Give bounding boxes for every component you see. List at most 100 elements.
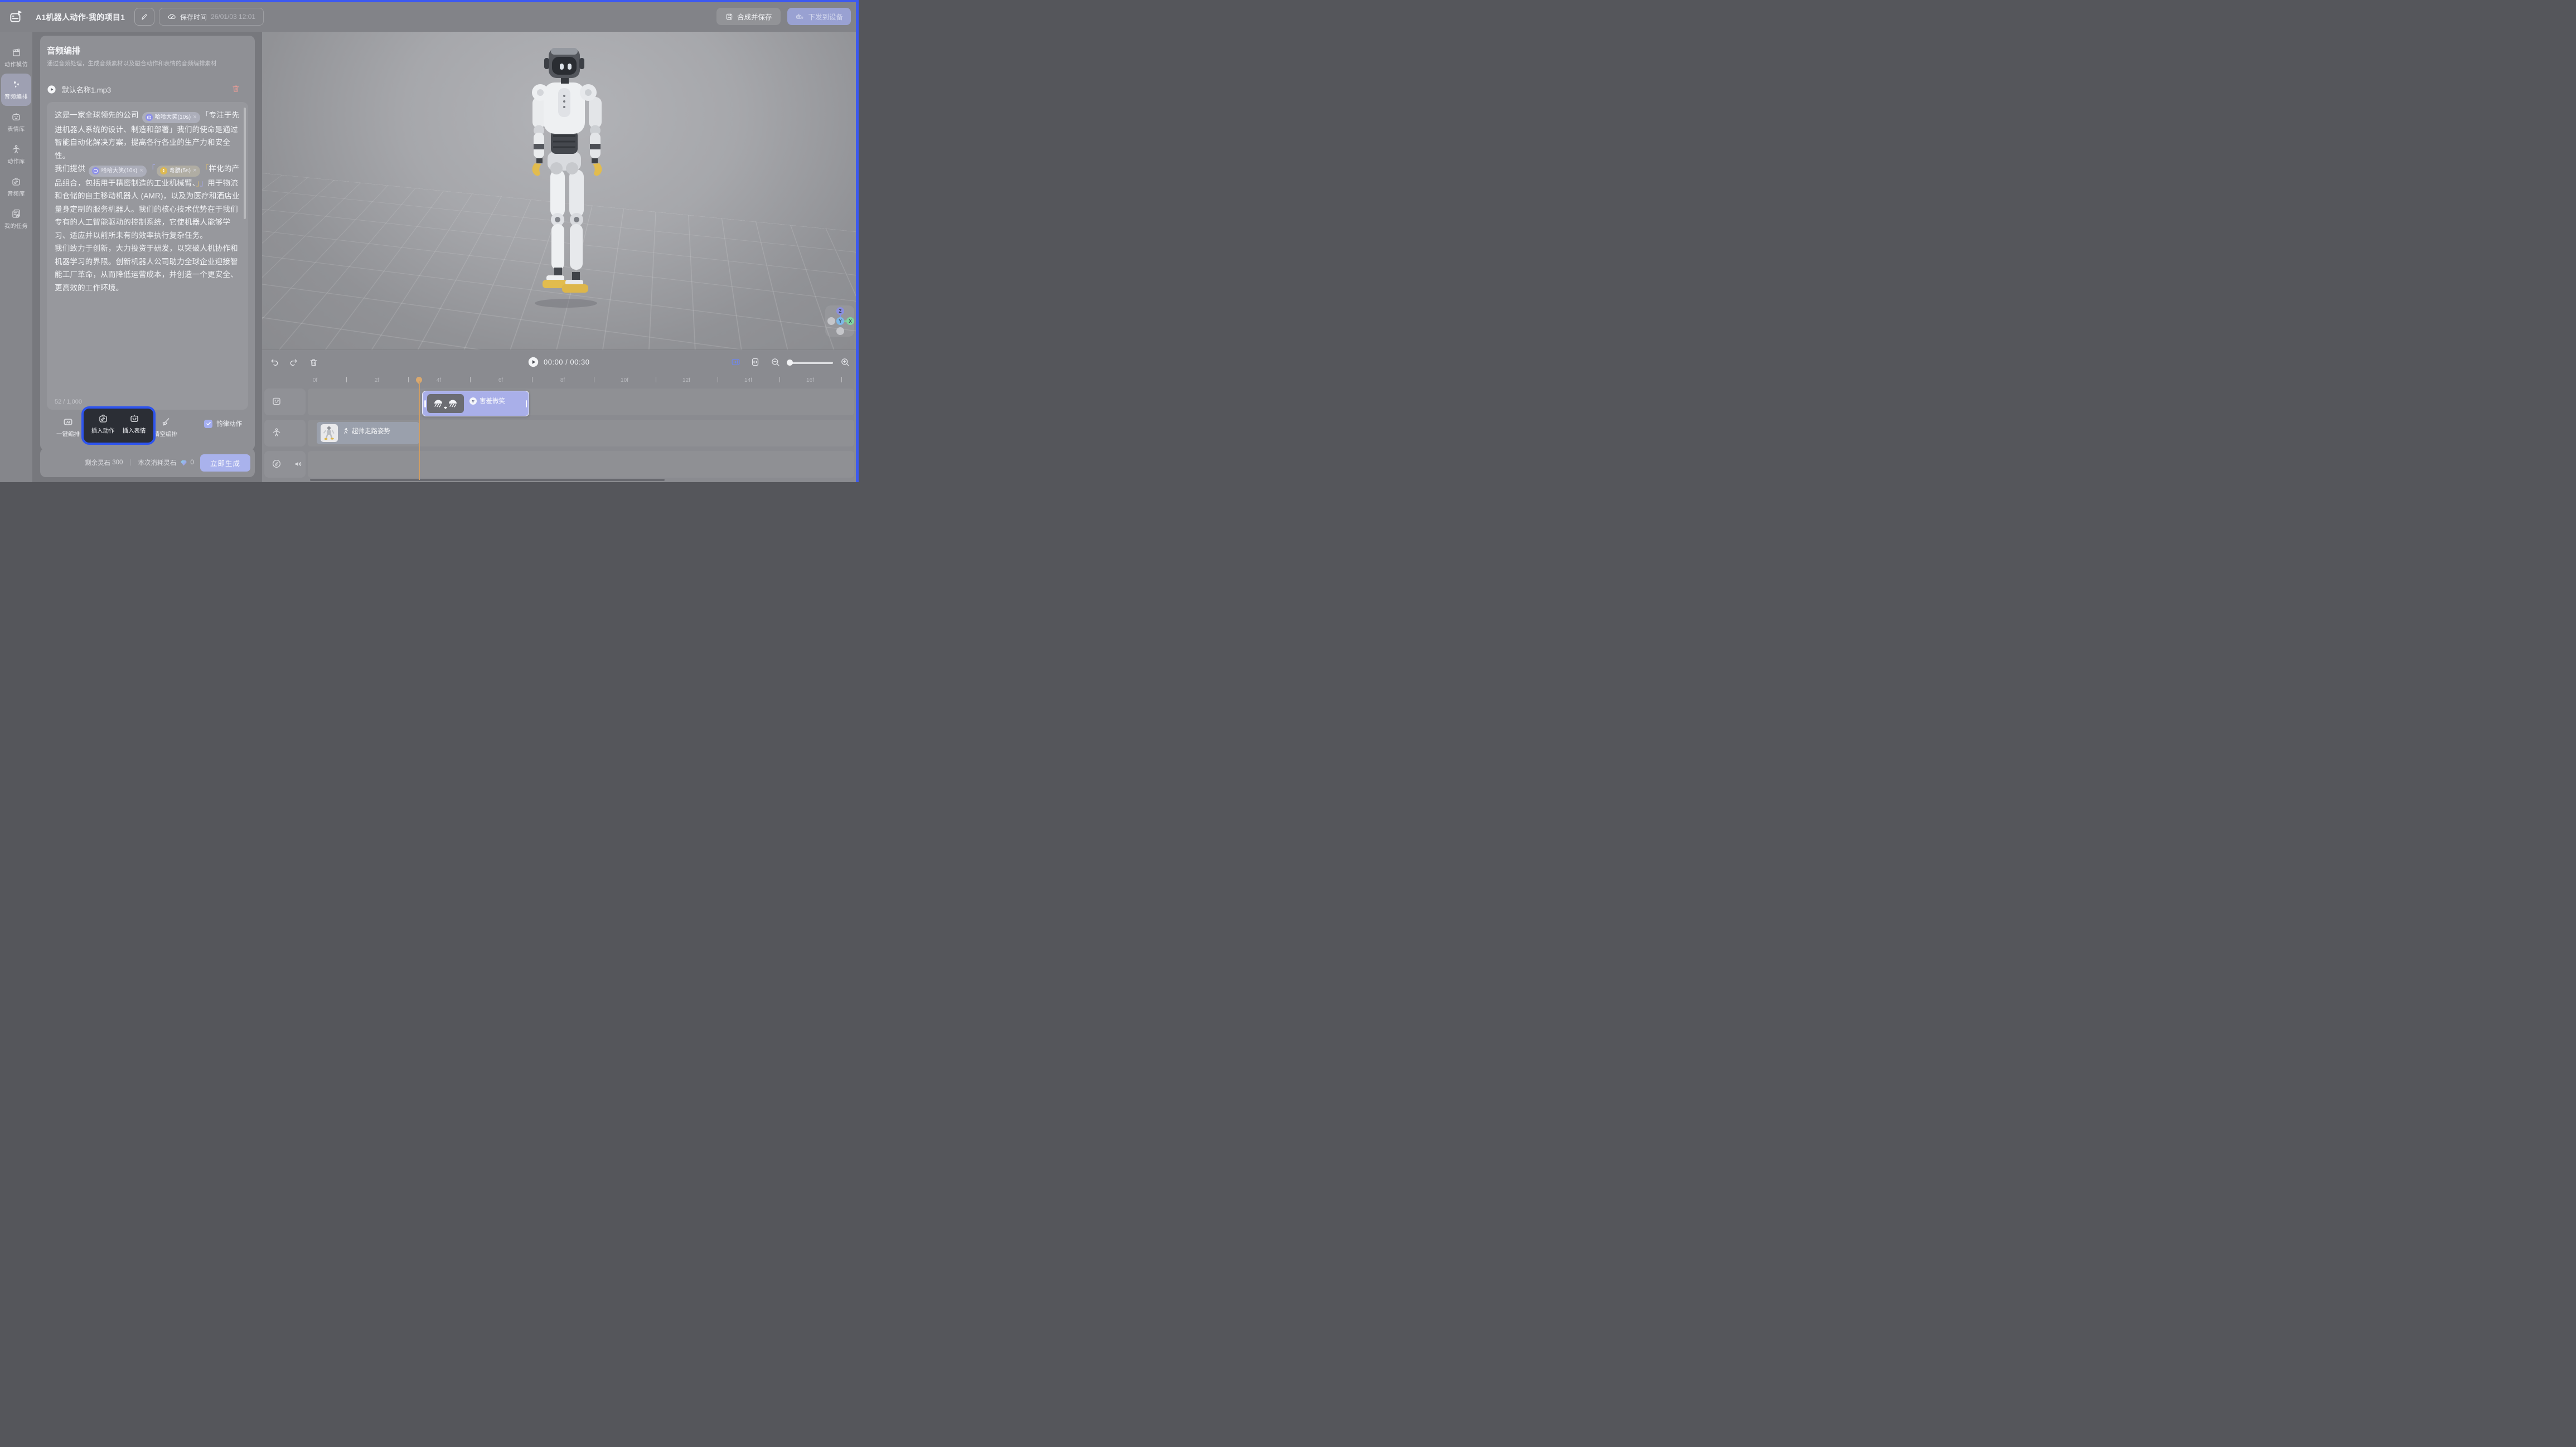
consume-stones-value: 0 xyxy=(190,459,193,466)
remaining-stones-value: 300 xyxy=(112,459,123,466)
clip-resize-handle-right[interactable] xyxy=(526,400,527,407)
bracket-mark: 「 xyxy=(201,111,209,119)
app-logo-icon[interactable] xyxy=(9,9,23,24)
person-icon xyxy=(272,428,282,438)
synthesize-save-button[interactable]: 合成并保存 xyxy=(716,8,781,25)
left-nav-sidebar: 动作模仿 音频编排 表情库 动作库 音频库 我的任务 xyxy=(0,32,32,482)
expression-tag-icon xyxy=(92,167,99,174)
zoom-slider-knob[interactable] xyxy=(787,360,793,366)
expression-lane[interactable] xyxy=(308,389,854,415)
rhythm-motion-option[interactable]: 韵律动作 xyxy=(204,419,242,428)
axis-negative-x[interactable] xyxy=(827,317,835,325)
undo-icon[interactable] xyxy=(270,358,279,367)
motion-tag[interactable]: 弯腰(5s)× xyxy=(157,166,200,177)
audio-track-header[interactable] xyxy=(264,451,306,478)
task-list-icon xyxy=(11,209,21,219)
project-title: A1机器人动作-我的项目1 xyxy=(36,2,125,32)
remove-tag-icon[interactable]: × xyxy=(193,168,197,174)
ruler-frame-label: 16f xyxy=(806,377,814,383)
motion-clip-label: 超帅走路姿势 xyxy=(342,426,390,435)
timeline-toolbar: 00:00 / 00:30 xyxy=(262,350,856,375)
person-icon xyxy=(11,144,21,154)
sidebar-item-motion-mimic[interactable]: 动作模仿 xyxy=(1,41,31,74)
timeline-play-button[interactable] xyxy=(528,357,539,367)
audio-file-row: 默认名称1.mp3 xyxy=(47,82,248,96)
axis-negative-z[interactable] xyxy=(836,327,844,335)
ruler-tick xyxy=(408,377,409,382)
deploy-to-device-button[interactable]: 下发到设备 xyxy=(787,8,851,25)
panel-title: 音频编排 xyxy=(47,45,80,56)
annotation-frame-right xyxy=(856,0,859,482)
insert-motion-button[interactable]: 插入动作 xyxy=(91,414,115,435)
remove-tag-icon[interactable]: × xyxy=(193,114,197,120)
snap-toggle-icon[interactable] xyxy=(731,357,740,367)
ruler-frame-label: 0f xyxy=(313,377,317,383)
app-window: A1机器人动作-我的项目1 保存时间 26/01/03 12:01 合成并保存 … xyxy=(0,0,859,482)
editor-text: 我们致力于创新，大力投资于研发，以突破人机协作和机器学习的界限。创新机器人公司助… xyxy=(55,244,238,292)
motion-thumbnail xyxy=(321,424,338,442)
speaker-icon[interactable] xyxy=(294,459,303,469)
axis-y[interactable]: Y xyxy=(836,317,844,325)
broom-icon xyxy=(161,417,171,427)
sidebar-item-audio-library[interactable]: 音频库 xyxy=(1,171,31,203)
motion-clip[interactable]: 超帅走路姿势 xyxy=(317,422,419,444)
sidebar-item-my-tasks[interactable]: 我的任务 xyxy=(1,203,31,235)
expression-tag[interactable]: 哈哈大笑(10s)× xyxy=(89,166,147,177)
sidebar-item-audio-arrange[interactable]: 音频编排 xyxy=(1,74,31,106)
rename-button[interactable] xyxy=(134,8,154,26)
svg-text:AI: AI xyxy=(66,421,70,425)
humanoid-robot xyxy=(509,46,626,313)
one-click-arrange-button[interactable]: AI 一键编排 xyxy=(52,417,84,438)
playhead-line[interactable] xyxy=(419,381,420,480)
smiley-square-icon xyxy=(272,396,282,406)
timeline-ruler[interactable]: 0f2f4f6f8f10f12f14f16f xyxy=(262,375,856,389)
delete-audio-icon[interactable] xyxy=(231,84,240,93)
timeline-zoom-slider[interactable] xyxy=(787,362,833,364)
redo-icon[interactable] xyxy=(289,358,298,367)
fit-view-icon[interactable] xyxy=(750,357,760,367)
sparkle-diamonds-icon xyxy=(11,80,21,90)
play-audio-icon[interactable] xyxy=(47,85,56,94)
sidebar-item-expression-library[interactable]: 表情库 xyxy=(1,106,31,138)
bracket-mark: 「 xyxy=(148,164,156,173)
motion-tag-icon xyxy=(160,167,167,174)
timeline-section: 00:00 / 00:30 0f2f4f6f8f10f12f14f16f xyxy=(262,349,856,482)
zoom-in-icon[interactable] xyxy=(840,357,850,367)
robot-face-icon xyxy=(11,112,21,122)
zoom-out-icon[interactable] xyxy=(771,357,780,367)
insert-expression-button[interactable]: 插入表情 xyxy=(123,414,146,435)
generate-now-button[interactable]: 立即生成 xyxy=(200,454,250,472)
ai-icon: AI xyxy=(63,417,73,427)
expression-tag[interactable]: 哈哈大笑(10s)× xyxy=(142,112,200,123)
save-status: 保存时间 26/01/03 12:01 xyxy=(159,8,264,26)
ruler-tick xyxy=(841,377,842,382)
3d-viewport[interactable]: Z Y X xyxy=(262,32,856,349)
expression-track-header[interactable] xyxy=(264,389,306,415)
ruler-frame-label: 4f xyxy=(437,377,441,383)
delete-clip-icon[interactable] xyxy=(309,358,318,367)
char-count: 52 / 1,000 xyxy=(55,399,82,405)
axis-gizmo[interactable]: Z Y X xyxy=(825,305,854,337)
remove-tag-icon[interactable]: × xyxy=(139,168,143,174)
gem-icon xyxy=(180,459,187,467)
audio-lane[interactable] xyxy=(308,451,854,478)
ruler-frame-label: 8f xyxy=(560,377,565,383)
axis-x[interactable]: X xyxy=(846,317,854,325)
top-bar: A1机器人动作-我的项目1 保存时间 26/01/03 12:01 合成并保存 … xyxy=(0,2,859,32)
ruler-frame-label: 6f xyxy=(498,377,503,383)
panel-description: 通过音频处理，生成音频素材以及融合动作和表情的音频编排素材 xyxy=(47,59,217,67)
bracket-mark: 」 xyxy=(196,179,200,187)
expression-clip[interactable]: 害羞微笑 xyxy=(422,391,529,416)
script-editor[interactable]: 这是一家全球领先的公司 哈哈大笑(10s)×「专注于先进机器人系统的设计、制造和… xyxy=(47,102,248,410)
motion-track-header[interactable] xyxy=(264,420,306,446)
checkbox-checked[interactable] xyxy=(204,420,212,428)
clip-resize-handle-left[interactable] xyxy=(424,400,426,407)
bracket-mark: 」 xyxy=(200,179,208,187)
axis-z[interactable]: Z xyxy=(836,307,844,315)
audio-file-name: 默认名称1.mp3 xyxy=(62,84,111,95)
timeline-horizontal-scrollbar[interactable] xyxy=(310,479,665,481)
editor-scrollbar[interactable] xyxy=(244,108,246,219)
sidebar-item-motion-library[interactable]: 动作库 xyxy=(1,138,31,171)
ruler-frame-label: 12f xyxy=(682,377,690,383)
time-display: 00:00 / 00:30 xyxy=(544,358,589,366)
